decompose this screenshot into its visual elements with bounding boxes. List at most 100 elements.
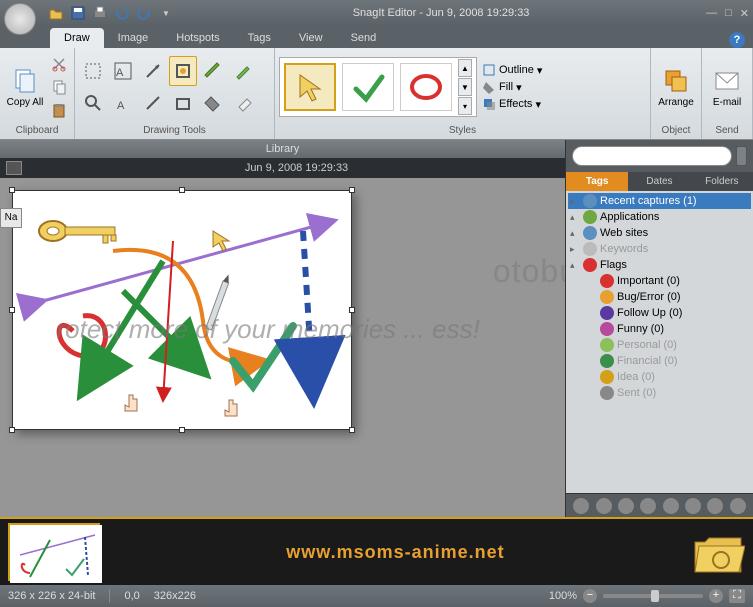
tool-callout[interactable]: A [109,56,137,86]
gallery-more-icon[interactable]: ▾ [458,97,472,115]
zoom-slider[interactable] [603,594,703,598]
tree-flag-item[interactable]: Personal (0) [568,337,751,353]
panel-tab-tags[interactable]: Tags [566,172,628,191]
flag-filter-icon[interactable] [730,498,746,514]
tree-keywords[interactable]: ▸Keywords [568,241,751,257]
window-controls: — □ ✕ [706,7,749,20]
flag-filter-icon[interactable] [663,498,679,514]
print-icon[interactable] [90,3,110,23]
name-panel-tab[interactable]: Na [0,208,22,228]
tool-erase[interactable] [229,88,257,118]
help-icon[interactable]: ? [729,32,745,48]
tree-flag-item[interactable]: Follow Up (0) [568,305,751,321]
window-title: SnagIt Editor - Jun 9, 2008 19:29:33 [176,7,706,19]
redo-icon[interactable] [134,3,154,23]
library-folder-icon[interactable] [691,528,745,576]
tree-applications[interactable]: ▴Applications [568,209,751,225]
tool-highlight[interactable] [229,56,257,86]
tab-view[interactable]: View [285,28,337,48]
minimize-button[interactable]: — [706,7,717,20]
zoom-in-button[interactable]: + [709,589,723,603]
style-circle[interactable] [400,63,452,111]
flag-filter-icon[interactable] [573,498,589,514]
tab-tags[interactable]: Tags [234,28,285,48]
zoom-out-button[interactable]: − [583,589,597,603]
resize-handle[interactable] [9,307,15,313]
canvas-viewport[interactable]: Na otobuc [0,178,565,517]
resize-handle[interactable] [349,427,355,433]
tree-flag-item[interactable]: Funny (0) [568,321,751,337]
resize-handle[interactable] [179,427,185,433]
style-cursor[interactable] [284,63,336,111]
tool-pen[interactable] [199,56,227,86]
resize-handle[interactable] [179,187,185,193]
tool-line[interactable] [139,88,167,118]
tab-hotspots[interactable]: Hotspots [162,28,233,48]
resize-handle[interactable] [9,187,15,193]
tray-thumbnail[interactable] [8,523,100,581]
tree-flag-item[interactable]: Important (0) [568,273,751,289]
email-button[interactable]: E-mail [706,53,748,121]
group-send: E-mail Send [702,48,753,139]
copy-small-icon[interactable] [48,76,70,98]
paste-icon[interactable] [48,99,70,121]
tool-select[interactable] [79,56,107,86]
cut-icon[interactable] [48,53,70,75]
tool-arrow[interactable] [139,56,167,86]
arrange-button[interactable]: Arrange [655,53,697,121]
tree-flag-item[interactable]: Idea (0) [568,369,751,385]
camera-icon [6,161,22,175]
side-panel: Tags Dates Folders ▸Recent captures (1) … [565,140,753,517]
effects-dropdown[interactable]: Effects ▾ [479,96,545,112]
zoom-fit-button[interactable]: ⛶ [729,589,745,603]
tags-tree[interactable]: ▸Recent captures (1) ▴Applications ▴Web … [566,191,753,493]
tree-recent[interactable]: ▸Recent captures (1) [568,193,751,209]
qat-dropdown-icon[interactable]: ▼ [156,3,176,23]
tab-image[interactable]: Image [104,28,163,48]
tree-websites[interactable]: ▴Web sites [568,225,751,241]
gallery-down-icon[interactable]: ▼ [458,78,472,96]
copy-all-button[interactable]: Copy All [4,53,46,121]
status-position: 0,0 [124,590,139,602]
app-logo-icon[interactable] [4,3,36,35]
save-icon[interactable] [68,3,88,23]
tool-stamp[interactable] [169,56,197,86]
flag-filter-icon[interactable] [707,498,723,514]
flag-filter-icon[interactable] [596,498,612,514]
style-check[interactable] [342,63,394,111]
search-input[interactable] [572,146,732,166]
search-button[interactable] [736,146,747,166]
tool-fill[interactable] [199,88,227,118]
undo-icon[interactable] [112,3,132,23]
close-button[interactable]: ✕ [740,7,749,20]
resize-handle[interactable] [349,307,355,313]
maximize-button[interactable]: □ [725,7,732,20]
gallery-up-icon[interactable]: ▲ [458,59,472,77]
flag-filter-icon[interactable] [618,498,634,514]
open-icon[interactable] [46,3,66,23]
resize-handle[interactable] [349,187,355,193]
tool-text[interactable]: A [109,88,137,118]
panel-tab-dates[interactable]: Dates [628,172,690,191]
resize-handle[interactable] [9,427,15,433]
flag-filter-icon[interactable] [640,498,656,514]
status-dimensions: 326 x 226 x 24-bit [8,590,95,602]
watermark-bg: otobuc [493,253,565,290]
tab-send[interactable]: Send [337,28,391,48]
tree-flag-item[interactable]: Financial (0) [568,353,751,369]
canvas-area: Library Jun 9, 2008 19:29:33 Na otobuc [0,140,565,517]
tool-shape[interactable] [169,88,197,118]
arrange-icon [662,67,690,95]
ribbon: Copy All Clipboard A A [0,48,753,140]
tree-flag-item[interactable]: Bug/Error (0) [568,289,751,305]
panel-tab-folders[interactable]: Folders [691,172,753,191]
tool-zoom[interactable] [79,88,107,118]
tab-draw[interactable]: Draw [50,28,104,48]
statusbar: 326 x 226 x 24-bit 0,0 326x226 100% − + … [0,585,753,607]
outline-dropdown[interactable]: Outline ▾ [479,62,545,78]
tree-flags[interactable]: ▴Flags [568,257,751,273]
flag-filter-icon[interactable] [685,498,701,514]
canvas[interactable] [12,190,352,430]
tree-flag-item[interactable]: Sent (0) [568,385,751,401]
fill-dropdown[interactable]: Fill ▾ [479,79,545,95]
